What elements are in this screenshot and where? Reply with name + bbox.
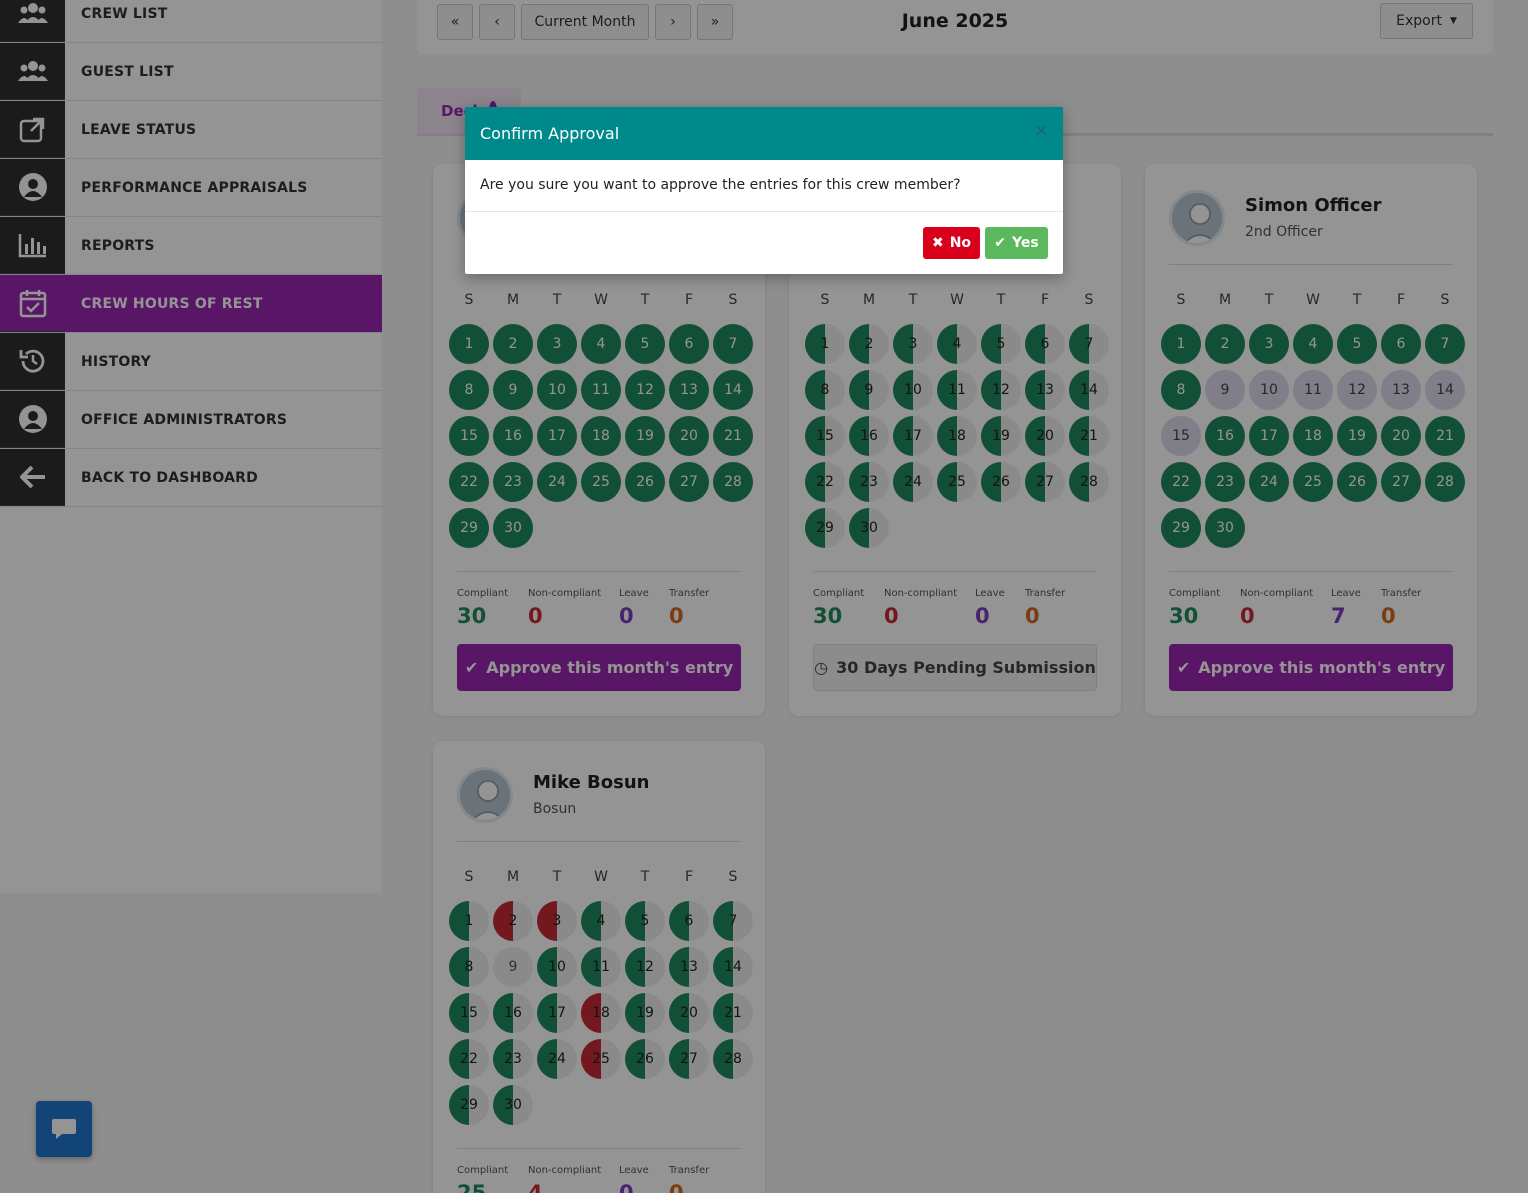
- confirm-approval-modal: Confirm Approval × Are you sure you want…: [465, 107, 1063, 274]
- divider: [465, 211, 1063, 212]
- modal-message: Are you sure you want to approve the ent…: [480, 177, 961, 193]
- no-label: No: [949, 235, 972, 251]
- yes-button[interactable]: ✔ Yes: [985, 227, 1048, 259]
- x-icon: ✖: [931, 235, 944, 251]
- no-button[interactable]: ✖ No: [923, 227, 980, 259]
- yes-label: Yes: [1012, 235, 1039, 251]
- modal-title: Confirm Approval: [480, 124, 620, 143]
- check-icon: ✔: [994, 235, 1007, 251]
- close-icon[interactable]: ×: [1034, 120, 1049, 141]
- modal-header: Confirm Approval: [465, 107, 1063, 160]
